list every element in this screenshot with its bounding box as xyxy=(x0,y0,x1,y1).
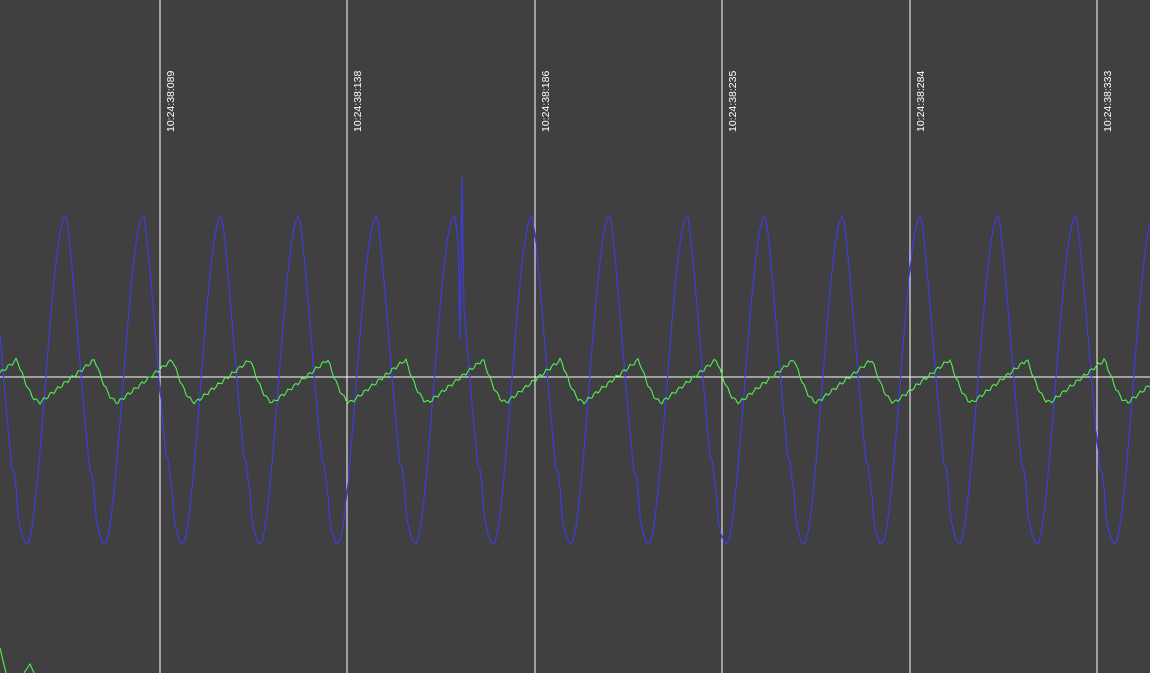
time-tick-label: 10:24:38:186 xyxy=(540,71,552,132)
time-tick-label: 10:24:38:089 xyxy=(165,71,177,132)
waveform-plot: 10:24:38:089 10:24:38:138 10:24:38:186 10:2… xyxy=(0,0,1150,673)
time-tick-label: 10:24:38:138 xyxy=(352,71,364,132)
time-tick-label: 10:24:38:235 xyxy=(727,71,739,132)
series-blue-line xyxy=(0,177,1150,545)
time-tick-label: 10:24:38:284 xyxy=(915,71,927,132)
series-green-tail xyxy=(0,647,35,673)
oscilloscope-display: 10:24:38:089 10:24:38:138 10:24:38:186 10:2… xyxy=(0,0,1150,673)
time-tick-label: 10:24:38:333 xyxy=(1102,71,1114,132)
